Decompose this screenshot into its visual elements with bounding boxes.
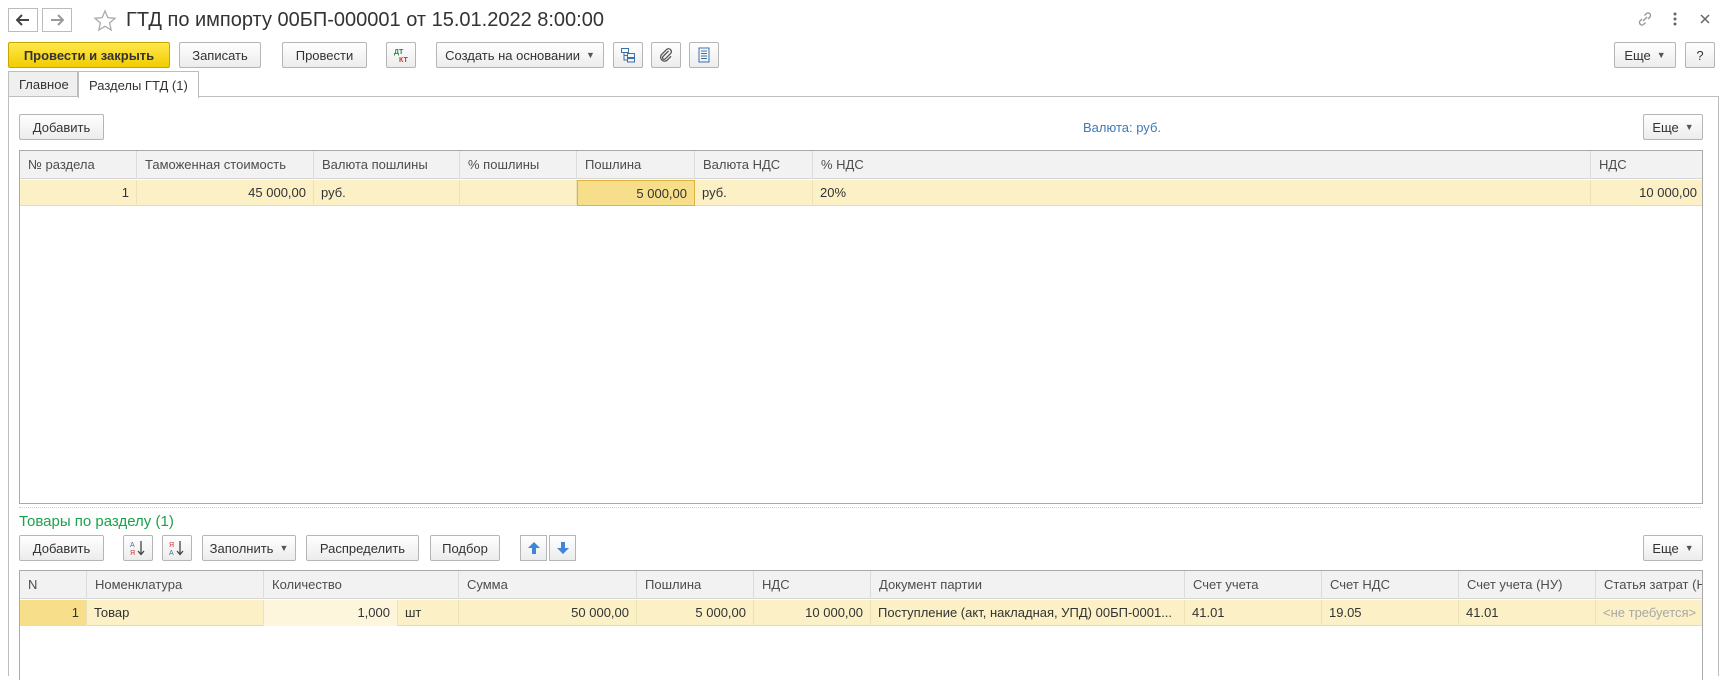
cell-duty[interactable]: 5 000,00 <box>577 180 695 206</box>
cell-batch-document[interactable]: Поступление (акт, накладная, УПД) 00БП-0… <box>871 600 1185 626</box>
sections-more-button[interactable]: Еще ▼ <box>1643 114 1703 140</box>
dt-kt-button[interactable]: ДТ КТ <box>386 42 416 68</box>
column-header[interactable]: Счет учета <box>1185 571 1322 599</box>
more-button[interactable]: Еще ▼ <box>1614 42 1676 68</box>
page-title: ГТД по импорту 00БП-000001 от 15.01.2022… <box>126 9 604 31</box>
divider <box>19 507 1701 508</box>
move-down-button[interactable] <box>549 535 576 561</box>
currency-link[interactable]: Валюта: руб. <box>1083 120 1161 135</box>
table-row[interactable]: 1 Товар 1,000 шт 50 000,00 5 000,00 10 0… <box>20 600 1702 626</box>
sort-descending-icon: Я А <box>169 541 184 557</box>
cell-duty[interactable]: 5 000,00 <box>637 600 754 626</box>
arrow-right-icon <box>51 14 64 26</box>
chevron-down-icon: ▼ <box>1684 543 1694 553</box>
help-button[interactable]: ? <box>1685 42 1715 68</box>
column-header[interactable]: Таможенная стоимость <box>137 151 314 179</box>
chevron-down-icon: ▼ <box>1656 50 1666 60</box>
column-header[interactable]: N <box>20 571 87 599</box>
sort-ascending-button[interactable]: А Я <box>123 535 153 561</box>
svg-text:А: А <box>130 542 135 549</box>
svg-text:КТ: КТ <box>399 57 408 64</box>
cell-customs-value[interactable]: 45 000,00 <box>137 180 314 206</box>
column-header[interactable]: % пошлины <box>460 151 577 179</box>
post-button[interactable]: Провести <box>282 42 367 68</box>
chevron-down-icon: ▼ <box>279 543 289 553</box>
column-header[interactable]: Счет учета (НУ) <box>1459 571 1596 599</box>
distribute-button[interactable]: Распределить <box>306 535 419 561</box>
column-header[interactable]: № раздела <box>20 151 137 179</box>
goods-more-button[interactable]: Еще ▼ <box>1643 535 1703 561</box>
table-header: N Номенклатура Количество Сумма Пошлина … <box>20 571 1702 599</box>
add-goods-button[interactable]: Добавить <box>19 535 104 561</box>
create-based-on-button[interactable]: Создать на основании ▼ <box>436 42 604 68</box>
table-row[interactable]: 1 45 000,00 руб. 5 000,00 руб. 20% 10 00… <box>20 180 1702 206</box>
cell-unit[interactable]: шт <box>398 600 459 626</box>
cell-item[interactable]: Товар <box>87 600 264 626</box>
svg-text:Я: Я <box>130 550 135 557</box>
cell-account[interactable]: 41.01 <box>1185 600 1322 626</box>
column-header[interactable]: Пошлина <box>577 151 695 179</box>
column-header[interactable]: Количество <box>264 571 459 599</box>
post-and-close-button[interactable]: Провести и закрыть <box>8 42 170 68</box>
favorite-star-icon[interactable] <box>93 9 117 33</box>
report-button[interactable] <box>689 42 719 68</box>
table-header: № раздела Таможенная стоимость Валюта по… <box>20 151 1702 179</box>
svg-text:А: А <box>169 550 174 557</box>
cell-vat[interactable]: 10 000,00 <box>754 600 871 626</box>
sections-table[interactable]: № раздела Таможенная стоимость Валюта по… <box>19 150 1703 504</box>
tab-gtd-sections[interactable]: Разделы ГТД (1) <box>78 71 199 98</box>
forward-button[interactable] <box>42 8 72 32</box>
hierarchy-icon <box>621 48 635 63</box>
chevron-down-icon: ▼ <box>585 50 595 60</box>
cell-vat-percent[interactable]: 20% <box>813 180 1591 206</box>
structure-button[interactable] <box>613 42 643 68</box>
column-header[interactable]: Пошлина <box>637 571 754 599</box>
svg-text:Я: Я <box>169 542 174 549</box>
sort-descending-button[interactable]: Я А <box>162 535 192 561</box>
dt-kt-icon: ДТ КТ <box>394 49 408 64</box>
column-header[interactable]: Документ партии <box>871 571 1185 599</box>
move-up-button[interactable] <box>520 535 547 561</box>
cell-duty-percent[interactable] <box>460 180 577 206</box>
more-vertical-icon[interactable] <box>1666 10 1684 28</box>
column-header[interactable]: Номенклатура <box>87 571 264 599</box>
cell-vat-account[interactable]: 19.05 <box>1322 600 1459 626</box>
tab-main[interactable]: Главное <box>8 71 78 97</box>
arrow-left-icon <box>16 14 29 26</box>
fill-button[interactable]: Заполнить ▼ <box>202 535 296 561</box>
attach-button[interactable] <box>651 42 681 68</box>
close-icon[interactable] <box>1696 10 1714 28</box>
cell-row-number[interactable]: 1 <box>20 600 87 626</box>
link-icon[interactable] <box>1636 10 1654 28</box>
cell-vat[interactable]: 10 000,00 <box>1591 180 1702 206</box>
column-header[interactable]: НДС <box>754 571 871 599</box>
cell-account-nu[interactable]: 41.01 <box>1459 600 1596 626</box>
column-header[interactable]: Валюта НДС <box>695 151 813 179</box>
goods-section-title: Товары по разделу (1) <box>19 513 174 530</box>
paperclip-icon <box>660 48 672 62</box>
pick-button[interactable]: Подбор <box>430 535 500 561</box>
column-header[interactable]: % НДС <box>813 151 1591 179</box>
document-list-icon <box>698 47 710 63</box>
cell-sum[interactable]: 50 000,00 <box>459 600 637 626</box>
column-header[interactable]: Валюта пошлины <box>314 151 460 179</box>
sort-ascending-icon: А Я <box>130 541 145 557</box>
column-header[interactable]: Сумма <box>459 571 637 599</box>
back-button[interactable] <box>8 8 38 32</box>
column-header[interactable]: Счет НДС <box>1322 571 1459 599</box>
svg-text:ДТ: ДТ <box>394 49 404 56</box>
column-header[interactable]: НДС <box>1591 151 1702 179</box>
cell-quantity[interactable]: 1,000 <box>264 600 398 626</box>
arrow-down-icon <box>556 542 569 554</box>
cell-vat-currency[interactable]: руб. <box>695 180 813 206</box>
arrow-up-icon <box>527 542 540 554</box>
cell-duty-currency[interactable]: руб. <box>314 180 460 206</box>
cell-section-number[interactable]: 1 <box>20 180 137 206</box>
goods-table[interactable]: N Номенклатура Количество Сумма Пошлина … <box>19 570 1703 680</box>
save-button[interactable]: Записать <box>179 42 261 68</box>
chevron-down-icon: ▼ <box>1684 122 1694 132</box>
column-header[interactable]: Статья затрат (НУ) <box>1596 571 1702 599</box>
add-section-button[interactable]: Добавить <box>19 114 104 140</box>
cell-cost-item[interactable]: <не требуется> <box>1596 600 1702 626</box>
